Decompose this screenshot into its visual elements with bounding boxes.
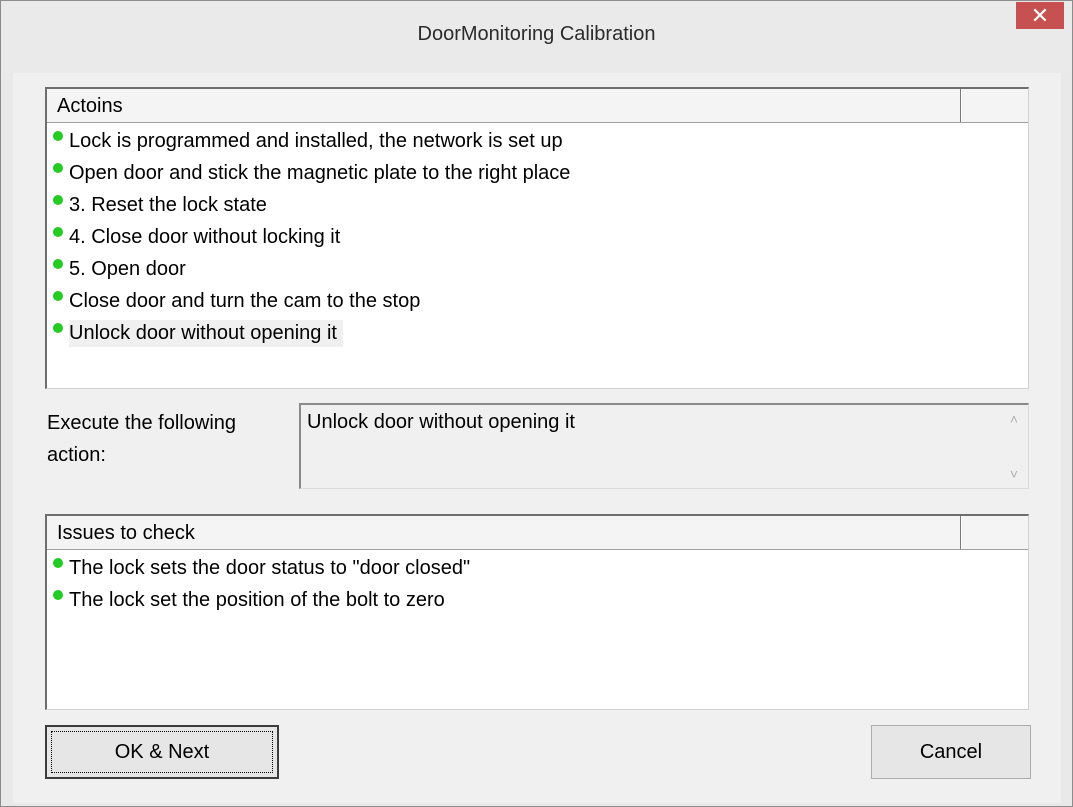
close-icon: ✕ xyxy=(1030,2,1050,28)
ok-next-label: OK & Next xyxy=(114,740,210,763)
execute-action-textbox[interactable]: Unlock door without opening it ˄ ˅ xyxy=(299,403,1029,489)
list-item[interactable]: Close door and turn the cam to the stop xyxy=(47,285,1028,317)
list-item-label: Lock is programmed and installed, the ne… xyxy=(69,129,563,152)
status-dot-icon xyxy=(53,131,63,141)
dialog-window: DoorMonitoring Calibration ✕ Actoins Loc… xyxy=(0,0,1073,807)
list-item[interactable]: The lock set the position of the bolt to… xyxy=(47,584,1028,616)
issues-column-header[interactable]: Issues to check xyxy=(47,516,961,549)
list-item-label: 4. Close door without locking it xyxy=(69,225,341,248)
execute-action-value: Unlock door without opening it xyxy=(307,411,575,433)
actions-column-label: Actoins xyxy=(57,95,123,117)
actions-empty-column-header[interactable] xyxy=(961,89,1029,122)
issues-list-header: Issues to check xyxy=(47,516,1028,550)
issues-list[interactable]: Issues to check The lock sets the door s… xyxy=(45,514,1029,710)
list-item-label: 5. Open door xyxy=(69,257,186,280)
list-item-label: Close door and turn the cam to the stop xyxy=(69,289,421,312)
cancel-button[interactable]: Cancel xyxy=(871,725,1031,779)
issues-rows: The lock sets the door status to "door c… xyxy=(47,552,1028,616)
ok-next-button[interactable]: OK & Next xyxy=(45,725,279,779)
list-item-label: The lock sets the door status to "door c… xyxy=(69,556,471,579)
close-button[interactable]: ✕ xyxy=(1016,2,1064,29)
list-item-selected[interactable]: Unlock door without opening it xyxy=(47,317,1028,349)
status-dot-icon xyxy=(53,195,63,205)
list-item-label: The lock set the position of the bolt to… xyxy=(69,588,445,611)
execute-action-label: Execute the following action: xyxy=(47,412,237,466)
scroll-up-icon[interactable]: ˄ xyxy=(1000,411,1028,427)
actions-column-header[interactable]: Actoins xyxy=(47,89,961,122)
scroll-down-icon[interactable]: ˅ xyxy=(1000,466,1028,482)
list-item[interactable]: Lock is programmed and installed, the ne… xyxy=(47,125,1028,157)
status-dot-icon xyxy=(53,291,63,301)
list-item[interactable]: 3. Reset the lock state xyxy=(47,189,1028,221)
list-item[interactable]: Open door and stick the magnetic plate t… xyxy=(47,157,1028,189)
status-dot-icon xyxy=(53,227,63,237)
cancel-label: Cancel xyxy=(919,740,983,763)
status-dot-icon xyxy=(53,558,63,568)
actions-list-header: Actoins xyxy=(47,89,1028,123)
issues-column-label: Issues to check xyxy=(57,522,195,544)
execute-action-scrollbar[interactable]: ˄ ˅ xyxy=(1000,405,1028,488)
list-item[interactable]: 4. Close door without locking it xyxy=(47,221,1028,253)
status-dot-icon xyxy=(53,590,63,600)
list-item-label: Open door and stick the magnetic plate t… xyxy=(69,161,571,184)
status-dot-icon xyxy=(53,163,63,173)
list-item[interactable]: The lock sets the door status to "door c… xyxy=(47,552,1028,584)
issues-empty-column-header[interactable] xyxy=(961,516,1029,549)
list-item-label: 3. Reset the lock state xyxy=(69,193,267,216)
status-dot-icon xyxy=(53,323,63,333)
window-title: DoorMonitoring Calibration xyxy=(417,23,656,45)
list-item[interactable]: 5. Open door xyxy=(47,253,1028,285)
dialog-client-area: Actoins Lock is programmed and installed… xyxy=(13,73,1061,803)
list-item-label: Unlock door without opening it xyxy=(69,319,343,347)
actions-list[interactable]: Actoins Lock is programmed and installed… xyxy=(45,87,1029,389)
title-bar[interactable]: DoorMonitoring Calibration ✕ xyxy=(1,1,1072,73)
status-dot-icon xyxy=(53,259,63,269)
actions-rows: Lock is programmed and installed, the ne… xyxy=(47,125,1028,349)
